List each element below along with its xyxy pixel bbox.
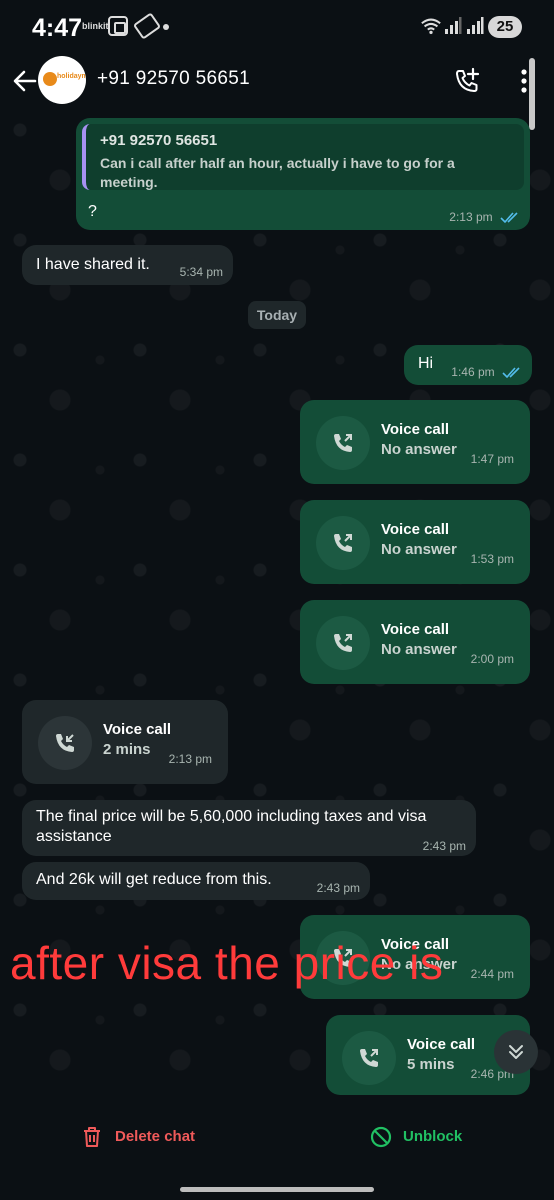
call-icon-circle: [316, 416, 370, 470]
chevron-double-down-icon: [509, 1045, 523, 1059]
status-bar: 4:47 blinkit 25: [0, 0, 554, 56]
incoming-call-icon: [56, 734, 74, 752]
avatar-logo-text: holidaymaker: [57, 73, 86, 80]
quoted-text: Can i call after half an hour, actually …: [100, 155, 455, 190]
more-notifications-dot-icon: [163, 24, 169, 30]
signal-2-icon: [467, 17, 484, 34]
voice-call-bubble[interactable]: Voice call No answer 1:47 pm: [300, 400, 530, 484]
message-time: 2:13 pm: [449, 210, 493, 224]
call-title: Voice call: [381, 521, 450, 538]
call-icon-circle: [38, 716, 92, 770]
home-indicator[interactable]: [180, 1187, 374, 1192]
call-status: No answer: [381, 541, 457, 558]
bottom-action-bar: Delete chat Unblock: [0, 1100, 554, 1200]
outgoing-message-bubble[interactable]: Hi 1:46 pm: [404, 345, 532, 385]
scrollbar-thumb[interactable]: [529, 58, 535, 130]
wifi-icon: [421, 18, 441, 35]
message-text: And 26k will get reduce from this.: [36, 871, 272, 888]
logo-mark-icon: [43, 72, 57, 86]
call-icon-circle: [342, 1031, 396, 1085]
message-text: The final price will be 5,60,000 includi…: [36, 808, 427, 845]
message-time: 5:34 pm: [179, 265, 223, 279]
voice-call-bubble[interactable]: Voice call No answer 1:53 pm: [300, 500, 530, 584]
message-text: Hi: [418, 355, 434, 372]
signal-1-icon: [445, 17, 462, 34]
outgoing-call-icon: [334, 434, 352, 452]
incoming-message-bubble[interactable]: And 26k will get reduce from this. 2:43 …: [22, 862, 370, 900]
outgoing-call-icon: [334, 534, 352, 552]
message-time: 2:44 pm: [470, 967, 514, 981]
message-time: 2:13 pm: [168, 752, 212, 766]
unblock-label: Unblock: [403, 1128, 463, 1145]
avatar[interactable]: holidaymaker: [38, 56, 86, 104]
status-app-label: blinkit: [82, 21, 109, 31]
overlay-annotation: after visa the price is: [10, 937, 444, 989]
call-status: 2 mins: [103, 741, 151, 758]
quoted-sender: +91 92570 56651: [100, 132, 218, 149]
unblock-icon: [370, 1126, 392, 1148]
voice-call-bubble[interactable]: Voice call No answer 2:00 pm: [300, 600, 530, 684]
chat-header: holidaymaker +91 92570 56651: [0, 56, 554, 110]
call-title: Voice call: [381, 621, 450, 638]
ticket-notification-icon: [132, 12, 162, 40]
message-time: 1:53 pm: [470, 552, 514, 566]
contact-name[interactable]: +91 92570 56651: [97, 68, 250, 90]
add-call-icon[interactable]: [452, 66, 482, 96]
delete-chat-label: Delete chat: [115, 1128, 196, 1145]
outgoing-call-icon: [360, 1049, 378, 1067]
message-time: 2:43 pm: [422, 839, 466, 853]
call-status: No answer: [381, 441, 457, 458]
outgoing-call-icon: [334, 634, 352, 652]
message-text: I have shared it.: [36, 256, 150, 273]
scroll-to-bottom-button[interactable]: [494, 1030, 538, 1074]
gallery-notification-icon: [108, 16, 128, 36]
call-icon-circle: [316, 516, 370, 570]
call-title: Voice call: [407, 1036, 476, 1053]
quoted-reply[interactable]: +91 92570 56651 Can i call after half an…: [82, 124, 524, 190]
message-meta: 1:46 pm: [451, 365, 522, 379]
double-check-icon: [500, 212, 518, 223]
outgoing-message-bubble[interactable]: +91 92570 56651 Can i call after half an…: [76, 118, 530, 230]
status-time: 4:47: [32, 14, 83, 42]
date-divider: Today: [248, 301, 306, 329]
message-time: 1:47 pm: [470, 452, 514, 466]
message-text: ?: [88, 203, 97, 220]
call-status: No answer: [381, 641, 457, 658]
call-status: 5 mins: [407, 1056, 455, 1073]
call-icon-circle: [316, 616, 370, 670]
double-check-icon: [502, 367, 520, 378]
message-time: 2:00 pm: [470, 652, 514, 666]
incoming-message-bubble[interactable]: The final price will be 5,60,000 includi…: [22, 800, 476, 856]
back-arrow-icon[interactable]: [10, 66, 40, 96]
battery-indicator: 25: [488, 16, 522, 38]
message-meta: 2:13 pm: [449, 210, 520, 224]
call-title: Voice call: [381, 421, 450, 438]
message-time: 1:46 pm: [451, 365, 495, 379]
message-time: 2:43 pm: [316, 881, 360, 895]
voice-call-bubble[interactable]: Voice call 2 mins 2:13 pm: [22, 700, 228, 784]
incoming-message-bubble[interactable]: I have shared it. 5:34 pm: [22, 245, 233, 285]
trash-icon: [84, 1127, 100, 1147]
call-title: Voice call: [103, 721, 172, 738]
